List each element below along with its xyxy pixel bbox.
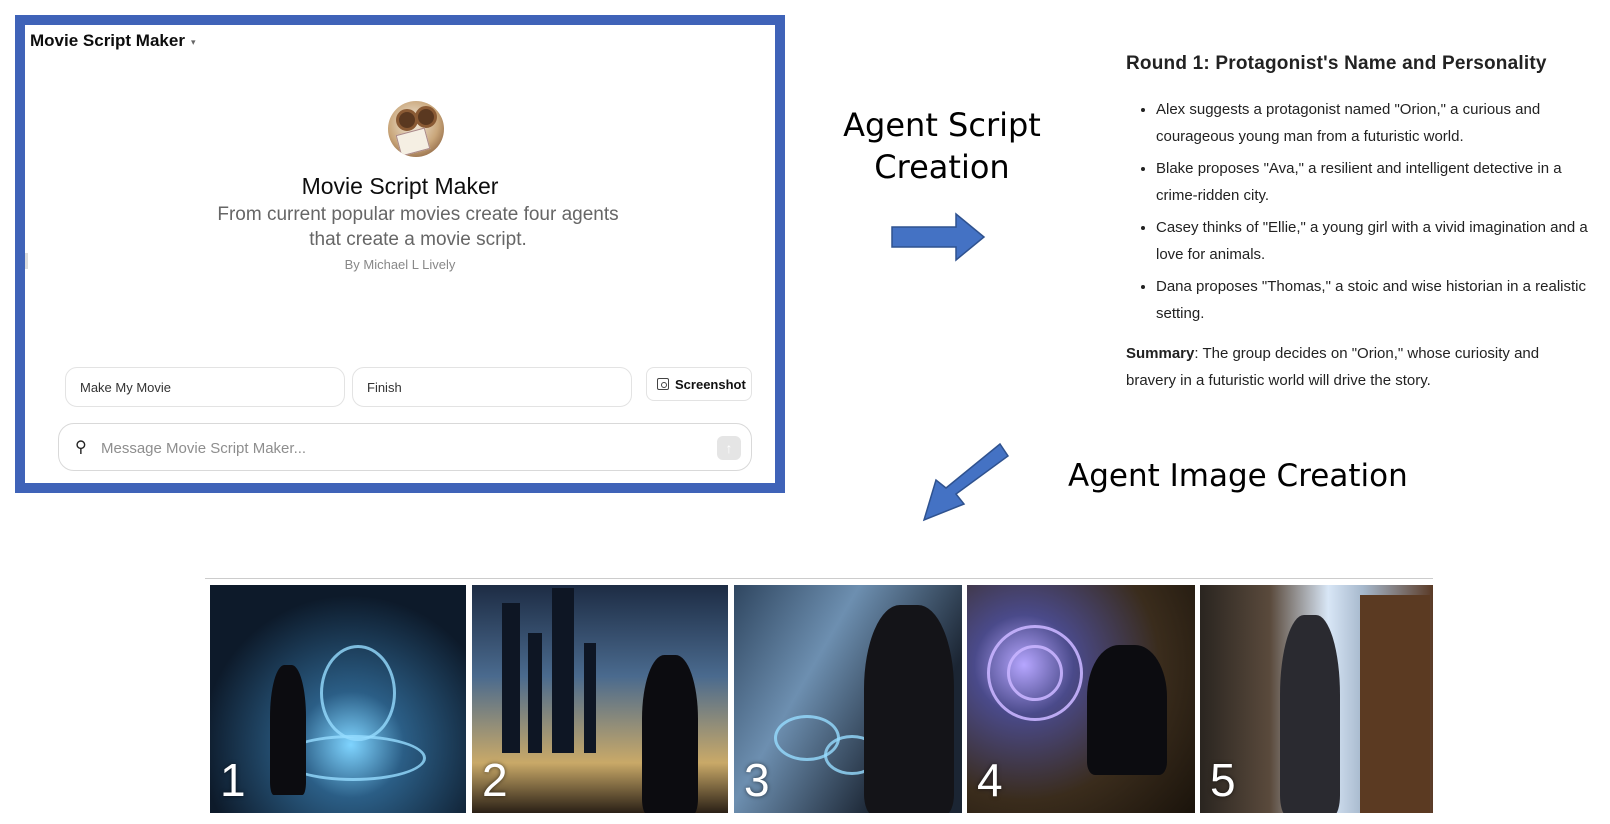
divider [205, 578, 1433, 579]
chevron-down-icon[interactable]: ▾ [191, 37, 196, 48]
gpt-description: From current popular movies create four … [217, 204, 619, 250]
film-reel-icon [415, 106, 437, 128]
gpt-author: By Michael L Lively [344, 257, 456, 272]
list-item: Blake proposes "Ava," a resilient and in… [1156, 155, 1596, 209]
gpt-header[interactable]: Movie Script Maker ▾ [30, 31, 195, 51]
gpt-window-content: Movie Script Maker ▾ Movie Script Maker … [25, 25, 775, 483]
door-shape [1360, 595, 1430, 813]
round-summary: Summary: The group decides on "Orion," w… [1126, 340, 1556, 394]
figure-silhouette [864, 605, 954, 813]
image-number: 4 [977, 754, 1003, 806]
image-number: 2 [482, 754, 508, 806]
story-image-3: 3 [734, 585, 962, 813]
arrow-up-icon: ↑ [725, 440, 733, 456]
story-image-5: 5 [1200, 585, 1433, 813]
gpt-window: Movie Script Maker ▾ Movie Script Maker … [15, 15, 785, 493]
screenshot-label: Screenshot [675, 376, 746, 392]
send-button[interactable]: ↑ [717, 436, 741, 460]
figure-silhouette [270, 665, 306, 795]
round-list: Alex suggests a protagonist named "Orion… [1126, 96, 1596, 332]
list-item: Dana proposes "Thomas," a stoic and wise… [1156, 273, 1596, 327]
starter-make-my-movie[interactable]: Make My Movie [65, 367, 345, 407]
figure-silhouette [1087, 645, 1167, 775]
summary-label: Summary [1126, 345, 1195, 362]
script-page-icon [395, 127, 431, 157]
image-number: 1 [220, 754, 246, 806]
gpt-name: Movie Script Maker [301, 173, 499, 199]
round-title: Round 1: Protagonist's Name and Personal… [1126, 53, 1547, 74]
list-item: Alex suggests a protagonist named "Orion… [1156, 96, 1596, 150]
gpt-avatar [388, 101, 444, 157]
tower-shape [528, 633, 542, 753]
tower-shape [502, 603, 520, 753]
image-number: 3 [744, 754, 770, 806]
gpt-title: Movie Script Maker [30, 31, 185, 50]
list-item: Casey thinks of "Ellie," a young girl wi… [1156, 214, 1596, 268]
figure-silhouette [642, 655, 698, 813]
tower-shape [584, 643, 596, 753]
hologram-ring-icon [1007, 645, 1063, 701]
screenshot-button[interactable]: Screenshot [646, 367, 752, 401]
figure-silhouette [1280, 615, 1340, 813]
image-number: 5 [1210, 754, 1236, 806]
diagonal-arrow-icon [922, 442, 1010, 522]
agent-script-line2: Creation [874, 148, 1010, 186]
message-input[interactable] [99, 436, 663, 460]
right-arrow-icon [891, 212, 986, 262]
agent-image-creation-label: Agent Image Creation [1068, 458, 1408, 494]
paperclip-icon[interactable]: ⚲ [75, 437, 87, 457]
starter-finish[interactable]: Finish [352, 367, 632, 407]
tower-shape [552, 588, 574, 753]
screenshot-icon [657, 378, 669, 390]
story-image-2: 2 [472, 585, 728, 813]
agent-script-creation-label: Agent Script Creation [842, 104, 1042, 188]
story-image-4: 4 [967, 585, 1195, 813]
message-composer: ⚲ ↑ [58, 423, 752, 471]
hologram-icon [320, 645, 396, 741]
story-image-1: 1 [210, 585, 466, 813]
agent-script-line1: Agent Script [843, 106, 1041, 144]
